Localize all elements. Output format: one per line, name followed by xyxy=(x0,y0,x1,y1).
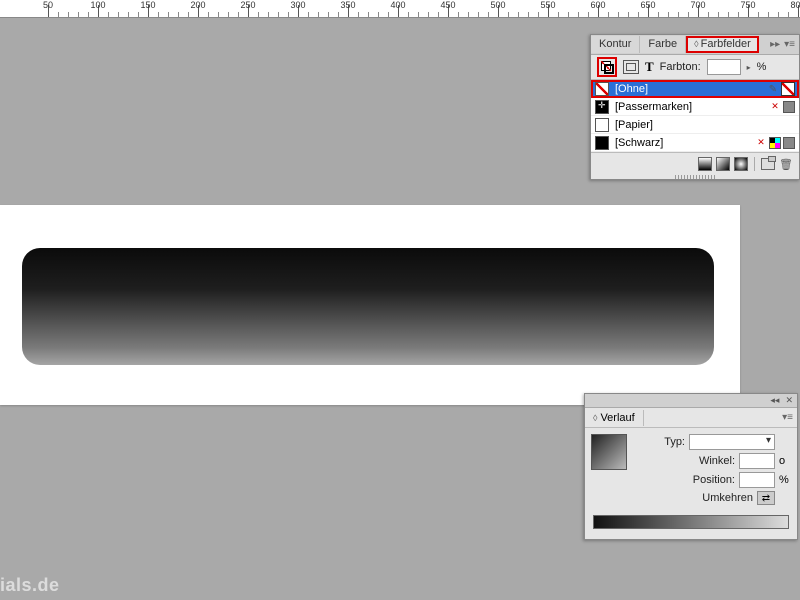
tint-unit: % xyxy=(757,61,767,73)
ruler-tick-label: 550 xyxy=(540,0,555,10)
gradient-angle-input[interactable] xyxy=(739,453,775,469)
ruler-tick-label: 800 xyxy=(790,0,800,10)
show-gradient-swatches-button[interactable] xyxy=(734,157,748,171)
position-label: Position: xyxy=(693,474,735,486)
panel-resize-grip[interactable] xyxy=(675,175,715,179)
swatch-chip xyxy=(595,100,609,114)
panel-collapse-icon[interactable]: ▸▸ xyxy=(770,39,780,50)
swatch-row[interactable]: [Passermarken] ✕ xyxy=(591,98,799,116)
ruler-tick-label: 200 xyxy=(190,0,205,10)
swatch-row[interactable]: [Ohne] xyxy=(591,80,799,98)
gradient-panel-menu-icon[interactable]: ▾≡ xyxy=(782,412,793,423)
ruler-horizontal[interactable]: 50 100 150 200 250 300 350 400 450 500 550 600 650 70… xyxy=(0,0,800,18)
tint-flyout-icon[interactable]: ▸ xyxy=(747,63,751,72)
ruler-tick-label: 650 xyxy=(640,0,655,10)
ruler-tick-label: 300 xyxy=(290,0,305,10)
delete-swatch-button[interactable] xyxy=(779,158,793,171)
swatch-name: [Papier] xyxy=(615,119,789,131)
ruler-tick-label: 250 xyxy=(240,0,255,10)
tab-verlauf[interactable]: Verlauf xyxy=(585,410,644,426)
swatch-name: [Passermarken] xyxy=(615,101,763,113)
panel-minimize-icon[interactable]: ◂◂ xyxy=(770,395,779,406)
document-canvas[interactable] xyxy=(0,205,740,405)
tab-farbe[interactable]: Farbe xyxy=(640,36,686,53)
swatch-flag-spot-icon xyxy=(783,137,795,149)
tab-kontur[interactable]: Kontur xyxy=(591,36,640,53)
gradient-preview[interactable] xyxy=(591,434,627,470)
ruler-tick-label: 100 xyxy=(90,0,105,10)
formatting-container-icon[interactable] xyxy=(623,60,639,74)
panel-menu-icon[interactable]: ▾≡ xyxy=(784,39,795,50)
swatches-toolbar: T Farbton: ▸ % xyxy=(591,55,799,79)
gradient-position-input[interactable] xyxy=(739,472,775,488)
gradient-ramp[interactable] xyxy=(593,515,789,529)
type-label: Typ: xyxy=(664,436,685,448)
swatches-panel: Kontur Farbe Farbfelder ▸▸ ▾≡ T Farbton:… xyxy=(590,34,800,180)
angle-unit: o xyxy=(779,455,791,467)
panel-close-icon[interactable]: ✕ xyxy=(785,395,793,406)
swatch-flag-pencil-icon xyxy=(767,83,779,95)
gradient-type-select[interactable] xyxy=(689,434,775,450)
swatch-flags: ✕ xyxy=(755,137,795,149)
tint-label: Farbton: xyxy=(660,61,701,73)
tint-input[interactable] xyxy=(707,59,741,75)
position-unit: % xyxy=(779,474,791,486)
swatch-flag-x-icon: ✕ xyxy=(769,101,781,113)
swatch-chip xyxy=(595,82,609,96)
swatch-row[interactable]: [Papier] xyxy=(591,116,799,134)
swatch-flags xyxy=(767,82,795,96)
swatch-name: [Schwarz] xyxy=(615,137,749,149)
watermark-text: ials.de xyxy=(0,575,60,596)
ruler-tick-label: 350 xyxy=(340,0,355,10)
swatches-panel-tabs: Kontur Farbe Farbfelder ▸▸ ▾≡ xyxy=(591,35,799,55)
ruler-tick-label: 600 xyxy=(590,0,605,10)
ruler-tick-label: 400 xyxy=(390,0,405,10)
gradient-panel-titlebar[interactable]: ◂◂ ✕ xyxy=(585,394,797,408)
swatch-row[interactable]: [Schwarz] ✕ xyxy=(591,134,799,152)
swatch-flag-none-big-icon xyxy=(781,82,795,96)
swatch-flag-cmyk-icon xyxy=(769,137,781,149)
swatches-bottom-toolbar xyxy=(591,153,799,175)
rounded-rectangle-object[interactable] xyxy=(22,248,714,365)
swatch-chip xyxy=(595,136,609,150)
swatch-flags: ✕ xyxy=(769,101,795,113)
reverse-label: Umkehren xyxy=(702,492,753,504)
show-color-swatches-button[interactable] xyxy=(716,157,730,171)
show-all-swatches-button[interactable] xyxy=(698,157,712,171)
ruler-tick-label: 500 xyxy=(490,0,505,10)
tab-farbfelder[interactable]: Farbfelder xyxy=(686,36,759,53)
ruler-tick-label: 750 xyxy=(740,0,755,10)
formatting-text-icon[interactable]: T xyxy=(645,59,654,75)
swatch-list: [Ohne] [Passermarken] ✕ [Papier] [Schwarz] ✕ xyxy=(591,79,799,153)
swatch-chip xyxy=(595,118,609,132)
swatch-name: [Ohne] xyxy=(615,83,761,95)
new-swatch-button[interactable] xyxy=(761,158,775,170)
angle-label: Winkel: xyxy=(699,455,735,467)
ruler-tick-label: 700 xyxy=(690,0,705,10)
fill-stroke-proxy[interactable] xyxy=(597,57,617,77)
gradient-reverse-button[interactable]: ⇄ xyxy=(757,491,775,505)
ruler-tick-label: 450 xyxy=(440,0,455,10)
swatch-flag-spot-icon xyxy=(783,101,795,113)
swatch-flag-x-icon: ✕ xyxy=(755,137,767,149)
ruler-tick-label: 150 xyxy=(140,0,155,10)
gradient-panel: ◂◂ ✕ Verlauf ▾≡ Typ: Winkel: o Position:… xyxy=(584,393,798,540)
ruler-tick-label: 50 xyxy=(43,0,53,10)
